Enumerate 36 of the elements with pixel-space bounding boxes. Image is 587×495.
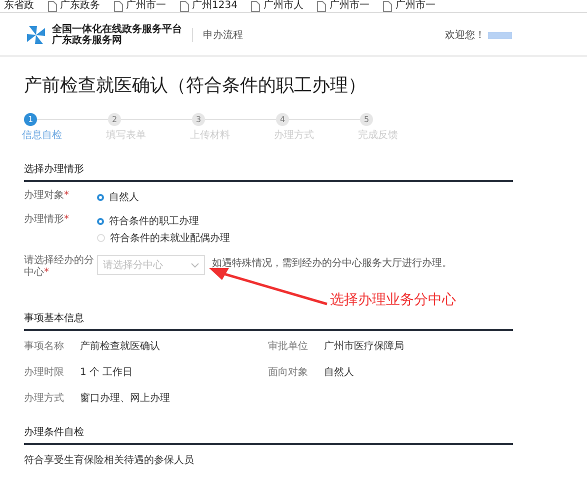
section-heading: 事项基本信息 — [24, 311, 513, 331]
info-value: 窗口办理、网上办理 — [80, 392, 170, 405]
site-subtitle: 广东政务服务网 — [52, 35, 123, 46]
field-label: 办理情形* — [24, 214, 70, 227]
step-label: 信息自检 — [22, 128, 63, 142]
logo-icon — [25, 24, 47, 46]
info-value: 自然人 — [324, 366, 354, 379]
field-label: 请选择经办的分中心* — [24, 255, 95, 279]
info-label: 办理方式 — [24, 392, 65, 405]
info-label: 面向对象 — [268, 366, 309, 379]
info-value: 产前检查就医确认 — [80, 340, 160, 353]
step-number: 3 — [192, 113, 205, 126]
site-title: 全国一体化在线政务服务平台 — [52, 24, 182, 35]
info-value: 1 个 工作日 — [80, 366, 133, 379]
radio-option[interactable]: 自然人 — [97, 190, 139, 204]
info-value: 广州市医疗保障局 — [324, 340, 404, 353]
redacted-username — [488, 32, 512, 38]
annotation-text: 选择办理业务分中心 — [330, 292, 456, 308]
radio-option[interactable]: 符合条件的职工办理 — [97, 214, 230, 228]
step-number: 2 — [108, 113, 121, 126]
condition-text: 符合享受生育保险相关待遇的参保人员 — [24, 454, 195, 467]
field-label: 办理对象* — [24, 190, 70, 203]
chevron-down-icon — [191, 262, 199, 268]
welcome-text: 欢迎您！ — [445, 28, 485, 42]
radio-option[interactable]: 符合条件的未就业配偶办理 — [97, 231, 230, 245]
section-heading: 办理条件自检 — [24, 425, 513, 445]
info-label: 事项名称 — [24, 340, 65, 353]
step-number: 4 — [276, 113, 289, 126]
info-label: 办理时限 — [24, 366, 65, 379]
nav-link[interactable]: 申办流程 — [192, 28, 243, 42]
step-number: 5 — [360, 113, 373, 126]
page-title: 产前检查就医确认（符合条件的职工办理） — [24, 74, 367, 97]
hint-text: 如遇特殊情况，需到经办的分中心服务大厅进行办理。 — [212, 256, 452, 270]
info-label: 审批单位 — [268, 340, 309, 353]
section-heading: 选择办理情形 — [24, 162, 513, 182]
step-number: 1 — [24, 113, 37, 126]
